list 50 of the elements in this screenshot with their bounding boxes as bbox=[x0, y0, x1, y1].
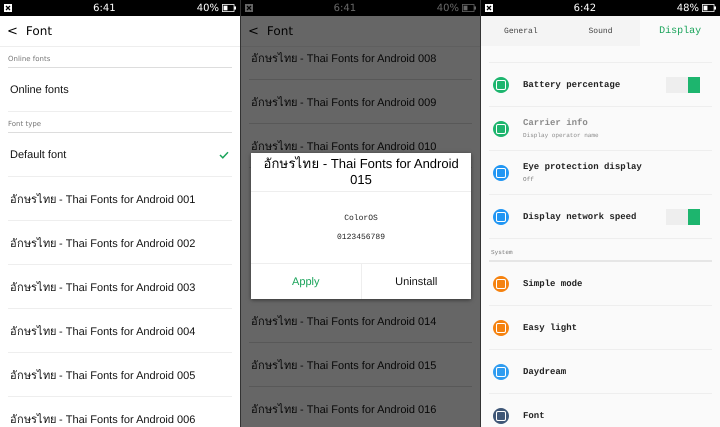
back-button[interactable]: < bbox=[7, 24, 18, 38]
font-list-item[interactable]: อักษรไทย - Thai Fonts for Android 015 bbox=[249, 343, 472, 387]
battery-icon bbox=[222, 4, 236, 12]
font-list-item[interactable]: อักษรไทย - Thai Fonts for Android 009 bbox=[249, 80, 472, 124]
clock: 6:41 bbox=[92, 2, 117, 14]
font-list-item[interactable]: อักษรไทย - Thai Fonts for Android 001 bbox=[8, 177, 232, 221]
setting-label: Easy light bbox=[523, 322, 578, 332]
font-list-item[interactable]: Default font bbox=[8, 133, 232, 177]
setting-label: Display network speed bbox=[523, 212, 638, 222]
setting-label: Simple mode bbox=[523, 278, 584, 288]
toggle-switch[interactable] bbox=[666, 208, 700, 224]
font-list-item[interactable]: อักษรไทย - Thai Fonts for Android 005 bbox=[8, 353, 232, 397]
notification-icon bbox=[4, 4, 12, 12]
setting-label: Carrier info bbox=[523, 118, 589, 128]
dialog-title: อักษรไทย - Thai Fonts for Android 015 bbox=[251, 153, 471, 192]
setting-label: Daydream bbox=[523, 366, 568, 376]
font-list-item[interactable]: อักษรไทย - Thai Fonts for Android 003 bbox=[8, 265, 232, 309]
page-title: Font bbox=[26, 24, 52, 38]
battery-level: 40% bbox=[436, 2, 459, 14]
clock: 6:41 bbox=[332, 2, 358, 14]
font-list-item[interactable]: อักษรไทย - Thai Fonts for Android 004 bbox=[8, 309, 232, 353]
settings-item[interactable]: Display network speed bbox=[489, 195, 712, 239]
notification-icon bbox=[485, 4, 493, 12]
uninstall-button[interactable]: Uninstall bbox=[360, 264, 471, 299]
font-list-item[interactable]: อักษรไทย - Thai Fonts for Android 006 bbox=[8, 397, 232, 427]
font-list-item[interactable]: อักษรไทย - Thai Fonts for Android 002 bbox=[8, 221, 232, 265]
setting-label: Battery percentage bbox=[523, 80, 622, 90]
battery-icon bbox=[462, 4, 476, 12]
settings-item[interactable]: Daydream bbox=[489, 350, 712, 394]
battery-icon bbox=[702, 4, 716, 12]
tab[interactable]: Sound bbox=[560, 16, 640, 46]
font-list-item[interactable]: อักษรไทย - Thai Fonts for Android 008 bbox=[249, 47, 472, 80]
notification-icon bbox=[245, 4, 253, 12]
battery-level: 40% bbox=[196, 2, 219, 14]
font-list-item[interactable]: Online fonts bbox=[8, 68, 232, 112]
tab[interactable]: General bbox=[481, 16, 561, 46]
toggle-switch[interactable] bbox=[666, 76, 700, 92]
settings-item[interactable]: Easy light bbox=[489, 306, 712, 350]
back-button[interactable]: < bbox=[248, 24, 259, 38]
setting-label: Font bbox=[523, 410, 546, 420]
settings-item[interactable]: Battery percentage bbox=[489, 63, 712, 107]
clock: 6:42 bbox=[572, 2, 598, 14]
setting-label: Eye protection display bbox=[523, 162, 643, 172]
font-preview-text: ColorOS bbox=[344, 214, 378, 222]
font-list-item[interactable]: อักษรไทย - Thai Fonts for Android 016 bbox=[249, 387, 472, 427]
battery-level: 48% bbox=[676, 2, 699, 14]
settings-item[interactable]: Simple mode bbox=[489, 262, 712, 306]
settings-item[interactable]: Font bbox=[489, 394, 712, 427]
page-title: Font bbox=[266, 24, 294, 38]
font-preview-text: 0123456789 bbox=[336, 232, 385, 242]
